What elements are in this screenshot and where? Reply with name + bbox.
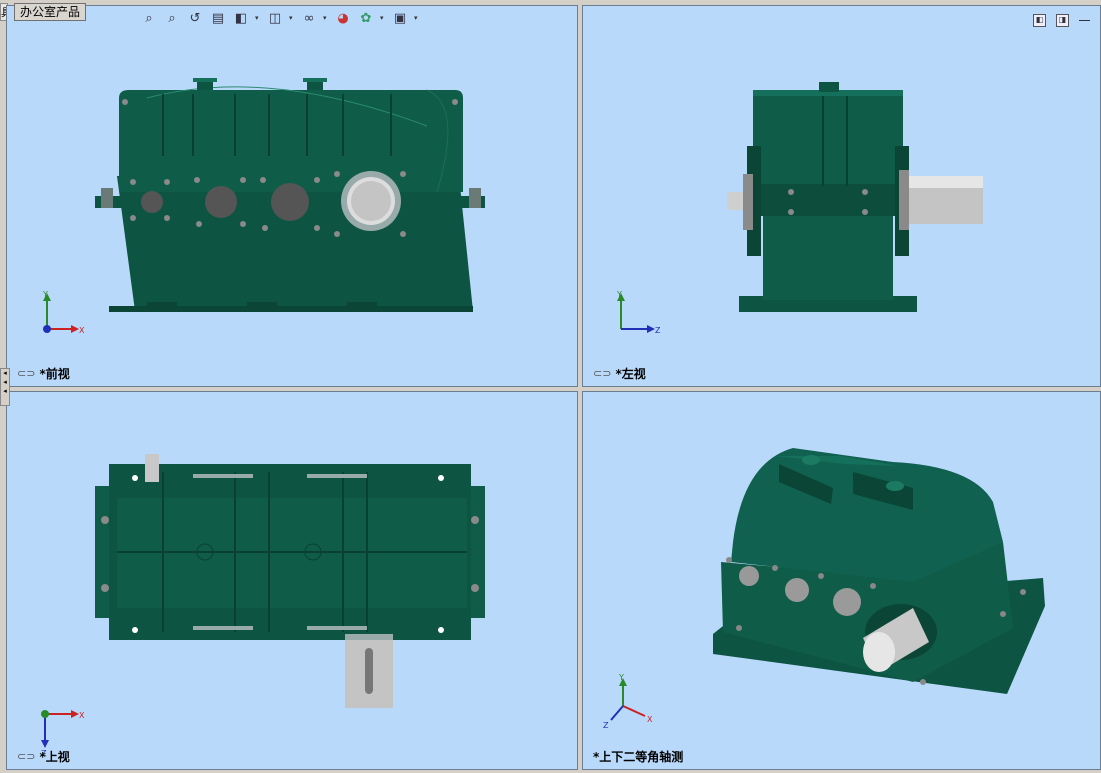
svg-text:X: X <box>79 326 85 335</box>
edit-appearance-icon[interactable]: ◕ <box>334 9 352 27</box>
svg-text:Z: Z <box>603 721 609 730</box>
dropdown-caret-icon[interactable]: ▾ <box>414 14 420 22</box>
view-settings-icon[interactable]: ▣ <box>391 9 409 27</box>
restore-view-icon[interactable]: ◧ <box>1033 14 1046 27</box>
view-label-front: ⊂⊃ *前视 <box>17 367 70 381</box>
minimize-icon[interactable] <box>1079 14 1090 21</box>
axis-triad: Y Z <box>616 290 661 335</box>
heads-up-view-toolbar: ⌕ ⌕ ↺ ▤ ◧ ▾ ◫ ▾ ∞ ▾ ◕ ✿ ▾ ▣ ▾ <box>140 8 420 28</box>
svg-text:Y: Y <box>42 290 48 299</box>
section-view-icon[interactable]: ▤ <box>209 9 227 27</box>
viewport-left[interactable]: ◧ ◨ Y Z ⊂⊃ *左视 <box>582 5 1101 387</box>
view-label-left: ⊂⊃ *左视 <box>593 367 646 381</box>
link-view-icon: ⊂⊃ <box>593 367 612 380</box>
display-style-icon[interactable]: ◫ <box>266 9 284 27</box>
viewport-front[interactable]: Y X ⊂⊃ *前视 <box>6 5 578 387</box>
dropdown-caret-icon[interactable]: ▾ <box>255 14 261 22</box>
view-label-top: ⊂⊃ *上视 <box>17 750 70 764</box>
dropdown-caret-icon[interactable]: ▾ <box>289 14 295 22</box>
svg-text:X: X <box>647 715 653 724</box>
office-products-tab[interactable]: 办公室产品 <box>14 3 87 21</box>
panel-splitter-handle[interactable]: ◂ ◂ ◂ <box>0 368 10 406</box>
apply-scene-icon[interactable]: ✿ <box>357 9 375 27</box>
viewport-isometric[interactable]: Y X Z *上下二等角轴测 <box>582 391 1101 770</box>
axis-triad: Y X <box>42 290 85 335</box>
hide-show-items-icon[interactable]: ∞ <box>300 9 318 27</box>
tile-view-icon[interactable]: ◨ <box>1056 14 1069 27</box>
svg-text:X: X <box>79 711 85 720</box>
svg-text:Z: Z <box>655 326 661 335</box>
viewport-window-controls: ◧ ◨ <box>1033 14 1090 27</box>
viewport-top[interactable]: X Z ⊂⊃ *上视 <box>6 391 578 770</box>
view-label-isometric: *上下二等角轴测 <box>593 750 684 764</box>
svg-text:Y: Y <box>618 674 624 682</box>
dropdown-caret-icon[interactable]: ▾ <box>380 14 386 22</box>
view-orientation-icon[interactable]: ◧ <box>232 9 250 27</box>
link-view-icon: ⊂⊃ <box>17 750 36 763</box>
zoom-area-icon[interactable]: ⌕ <box>163 9 181 27</box>
axis-triad: Y X Z <box>603 674 653 730</box>
link-view-icon: ⊂⊃ <box>17 367 36 380</box>
previous-view-icon[interactable]: ↺ <box>186 9 204 27</box>
svg-text:Y: Y <box>616 290 622 299</box>
dropdown-caret-icon[interactable]: ▾ <box>323 14 329 22</box>
zoom-to-fit-icon[interactable]: ⌕ <box>140 9 158 27</box>
